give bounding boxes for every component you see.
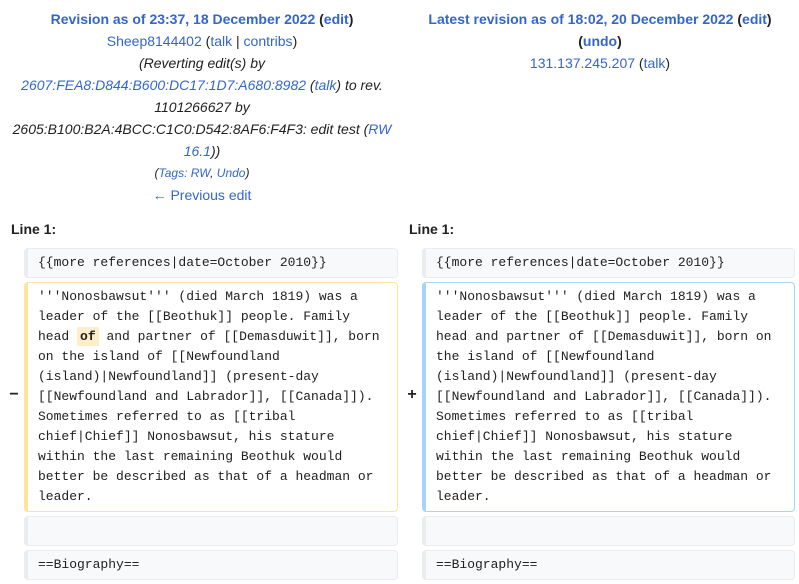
deletion-marker: − <box>9 386 19 403</box>
summary-prefix: (Reverting edit(s) by <box>138 55 266 71</box>
context-line-old: {{more references|date=October 2010}} <box>24 248 398 278</box>
old-edit-link[interactable]: edit <box>324 11 349 27</box>
new-edit-link[interactable]: edit <box>742 11 767 27</box>
tag-rw-link[interactable]: RW <box>191 166 210 180</box>
new-revision-header: Latest revision as of 18:02, 20 December… <box>428 11 772 71</box>
new-revision-link[interactable]: Latest revision as of 18:02, 20 December… <box>428 11 733 27</box>
deleted-text-after: and partner of [[Demasduwit]], born on t… <box>38 329 388 504</box>
context-line-new: {{more references|date=October 2010}} <box>422 248 795 278</box>
new-line-number: Line 1: <box>409 221 455 237</box>
tags-label-link[interactable]: Tags: <box>159 166 188 180</box>
old-revision-header: Revision as of 23:37, 18 December 2022 (… <box>8 8 396 206</box>
added-line: '''Nonosbawsut''' (died March 1819) was … <box>422 282 795 512</box>
deleted-word: of <box>77 327 99 346</box>
old-line-number: Line 1: <box>11 221 57 237</box>
summary-tail: 2605:B100:B2A:4BCC:C1C0:D542:8AF6:F4F3: … <box>12 121 360 137</box>
old-user-contribs-link[interactable]: contribs <box>244 33 293 49</box>
new-ip-talk-link[interactable]: talk <box>644 55 666 71</box>
reverted-ip-talk-link[interactable]: talk <box>315 77 337 93</box>
tag-undo-link[interactable]: Undo <box>217 166 246 180</box>
old-user-talk-link[interactable]: talk <box>210 33 232 49</box>
empty-context-old <box>24 516 398 546</box>
new-ip-link[interactable]: 131.137.245.207 <box>530 55 635 71</box>
undo-link[interactable]: undo <box>583 33 617 49</box>
biography-context-old: ==Biography== <box>24 550 398 580</box>
biography-context-new: ==Biography== <box>422 550 795 580</box>
previous-edit-link[interactable]: ← Previous edit <box>153 187 252 203</box>
old-user-link[interactable]: Sheep8144402 <box>107 33 202 49</box>
old-revision-link[interactable]: Revision as of 23:37, 18 December 2022 <box>51 11 316 27</box>
reverted-ip-link[interactable]: 2607:FEA8:D844:B600:DC17:1D7:A680:8982 <box>21 77 306 93</box>
empty-context-new <box>422 516 795 546</box>
edit-summary: (Reverting edit(s) by 2607:FEA8:D844:B60… <box>12 55 392 159</box>
tags-line: (Tags: RW, Undo) <box>154 166 250 180</box>
deleted-line: '''Nonosbawsut''' (died March 1819) was … <box>24 282 398 512</box>
addition-marker: + <box>407 386 417 403</box>
